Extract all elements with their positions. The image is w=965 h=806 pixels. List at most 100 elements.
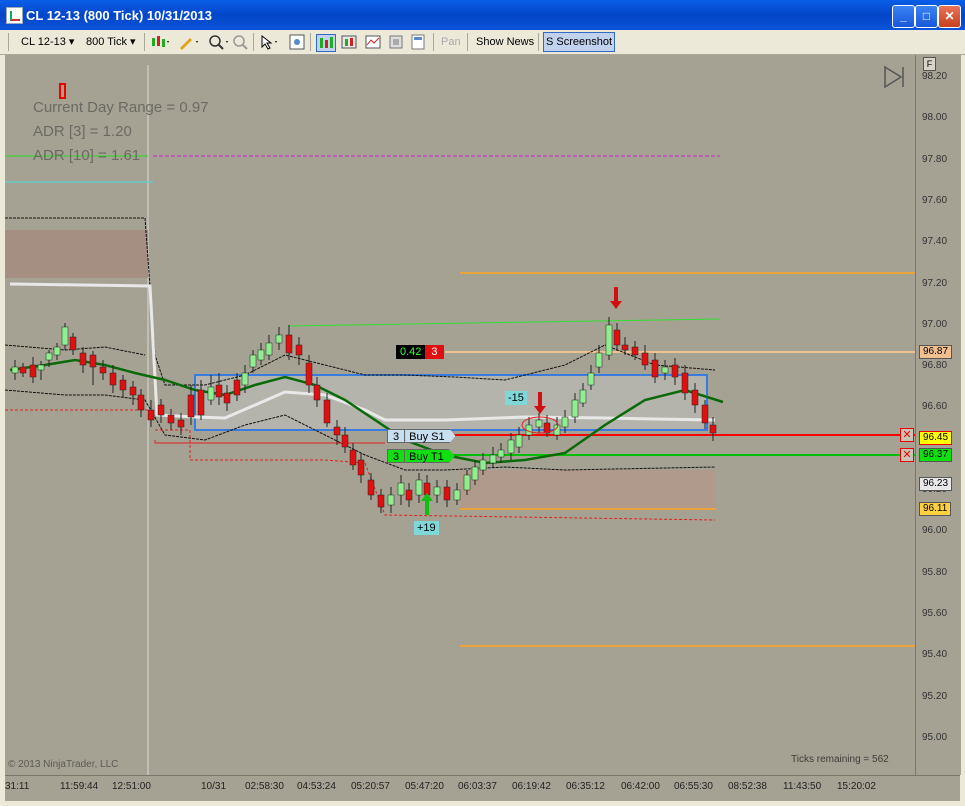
drawing-tool-icon[interactable]: [178, 34, 200, 50]
up-candle: [433, 486, 441, 496]
price-tag-peach: 96.87: [919, 345, 953, 359]
cursor-icon[interactable]: [259, 34, 281, 50]
minimize-button[interactable]: _: [892, 5, 915, 28]
down-candle: [285, 334, 293, 354]
period-selector[interactable]: 800 Tick ▾: [83, 32, 139, 52]
range-box: [194, 374, 708, 431]
up-candle: [463, 474, 471, 491]
down-candle: [709, 424, 717, 434]
sell-order-label[interactable]: 3 Buy S1: [387, 429, 456, 443]
sell-signal-arrow: [610, 287, 622, 309]
up-candle: [275, 334, 283, 344]
app-icon: [6, 7, 23, 24]
time-axis-label: 06:55:30: [674, 781, 713, 792]
sell-order-name[interactable]: Buy S1: [405, 429, 456, 443]
cancel-sell-order-button[interactable]: ✕: [900, 428, 914, 442]
down-candle: [341, 434, 349, 448]
up-candle: [587, 372, 595, 386]
toolbar-separator: [253, 33, 254, 51]
pan-button[interactable]: Pan: [438, 32, 464, 52]
indicators-icon[interactable]: [364, 34, 382, 50]
maximize-button[interactable]: □: [915, 5, 938, 28]
price-axis-tick: 97.00: [922, 318, 948, 330]
f-button[interactable]: F: [923, 57, 936, 71]
price-tag-last: 96.45: [919, 431, 953, 445]
close-button[interactable]: ✕: [938, 5, 961, 28]
time-axis-label: 04:53:24: [297, 781, 336, 792]
price-axis-tick: 96.60: [922, 401, 948, 413]
price-axis[interactable]: F 98.20 98.00 97.80 97.60 97.40 97.20 97.00 96.…: [915, 55, 961, 775]
ticks-remaining-text: Ticks remaining = 562: [791, 754, 889, 765]
up-candle: [661, 366, 669, 374]
down-candle: [19, 366, 27, 374]
strategies-icon[interactable]: [388, 34, 404, 50]
down-candle: [691, 389, 699, 406]
adr10-label: ADR [10] = 1.61: [33, 147, 141, 164]
down-candle: [681, 372, 689, 394]
price-axis-tick: 96.00: [922, 525, 948, 537]
up-candle: [387, 494, 395, 506]
down-candle: [79, 352, 87, 366]
down-candle: [167, 414, 175, 424]
time-axis[interactable]: 31:11 11:59:44 12:51:00 10/31 02:58:30 04:53:…: [5, 775, 960, 802]
down-candle: [641, 352, 649, 366]
scroll-to-end-icon[interactable]: [884, 65, 903, 89]
down-candle: [613, 329, 621, 346]
down-candle: [621, 344, 629, 351]
adr3-label: ADR [3] = 1.20: [33, 123, 132, 140]
price-axis-tick: 95.00: [922, 731, 948, 743]
down-candle: [443, 486, 451, 501]
toolbar-separator: [310, 33, 311, 51]
templates-icon[interactable]: [410, 34, 426, 50]
pnl-value: 0.42: [396, 345, 426, 359]
up-candle: [507, 439, 515, 454]
buy-order-name[interactable]: Buy T1: [405, 449, 455, 463]
down-candle: [631, 346, 639, 356]
bar-type-icon[interactable]: [150, 34, 170, 50]
up-candle: [265, 342, 273, 356]
up-candle: [497, 449, 505, 458]
cancel-buy-order-button[interactable]: ✕: [900, 448, 914, 462]
sell-order-qty[interactable]: 3: [387, 429, 406, 443]
data-box-icon[interactable]: [340, 34, 358, 50]
up-candle: [415, 479, 423, 496]
price-axis-tick: 98.00: [922, 112, 948, 124]
window-bottom-border: [0, 801, 965, 806]
buy-order-label[interactable]: 3 Buy T1: [387, 449, 455, 463]
pnl-display: 0.42 3: [396, 345, 444, 359]
show-news-button[interactable]: Show News: [473, 32, 537, 52]
price-tag-orange: 96.11: [919, 502, 952, 516]
zoom-in-icon[interactable]: [208, 34, 230, 50]
down-candle: [29, 364, 37, 378]
toolbar-separator: [433, 33, 434, 51]
instrument-selector[interactable]: CL 12-13 ▾: [18, 32, 77, 52]
down-candle: [233, 379, 241, 396]
supply-zone: [5, 230, 148, 278]
up-candle: [11, 366, 19, 374]
down-candle: [367, 479, 375, 496]
up-candle: [257, 349, 265, 361]
copyright-text: © 2013 NinjaTrader, LLC: [8, 759, 119, 770]
price-axis-tick: 98.20: [922, 71, 948, 82]
price-axis-tick: 97.80: [922, 153, 948, 165]
buy-order-qty[interactable]: 3: [387, 449, 406, 463]
properties-icon[interactable]: [289, 34, 305, 50]
screenshot-button[interactable]: S Screenshot: [543, 32, 616, 52]
time-axis-label: 08:52:38: [728, 781, 767, 792]
up-candle: [471, 466, 479, 481]
down-candle: [215, 384, 223, 398]
price-axis-tick: 97.60: [922, 194, 948, 206]
zoom-out-icon[interactable]: [232, 34, 248, 50]
chart-panel[interactable]: Current Day Range = 0.97 ADR [3] = 1.20 …: [5, 55, 915, 775]
time-axis-label: 06:35:12: [566, 781, 605, 792]
toolbar: CL 12-13 ▾ 800 Tick ▾ Pan Show News S Sc…: [0, 30, 965, 55]
down-candle: [651, 359, 659, 378]
chart-trader-icon[interactable]: [316, 34, 336, 52]
time-axis-label: 06:42:00: [621, 781, 660, 792]
time-axis-label: 02:58:30: [245, 781, 284, 792]
up-candle: [249, 354, 257, 368]
up-candle: [479, 459, 487, 471]
down-candle: [671, 364, 679, 378]
price-axis-tick: 97.40: [922, 236, 948, 248]
price-chart[interactable]: [5, 55, 915, 775]
